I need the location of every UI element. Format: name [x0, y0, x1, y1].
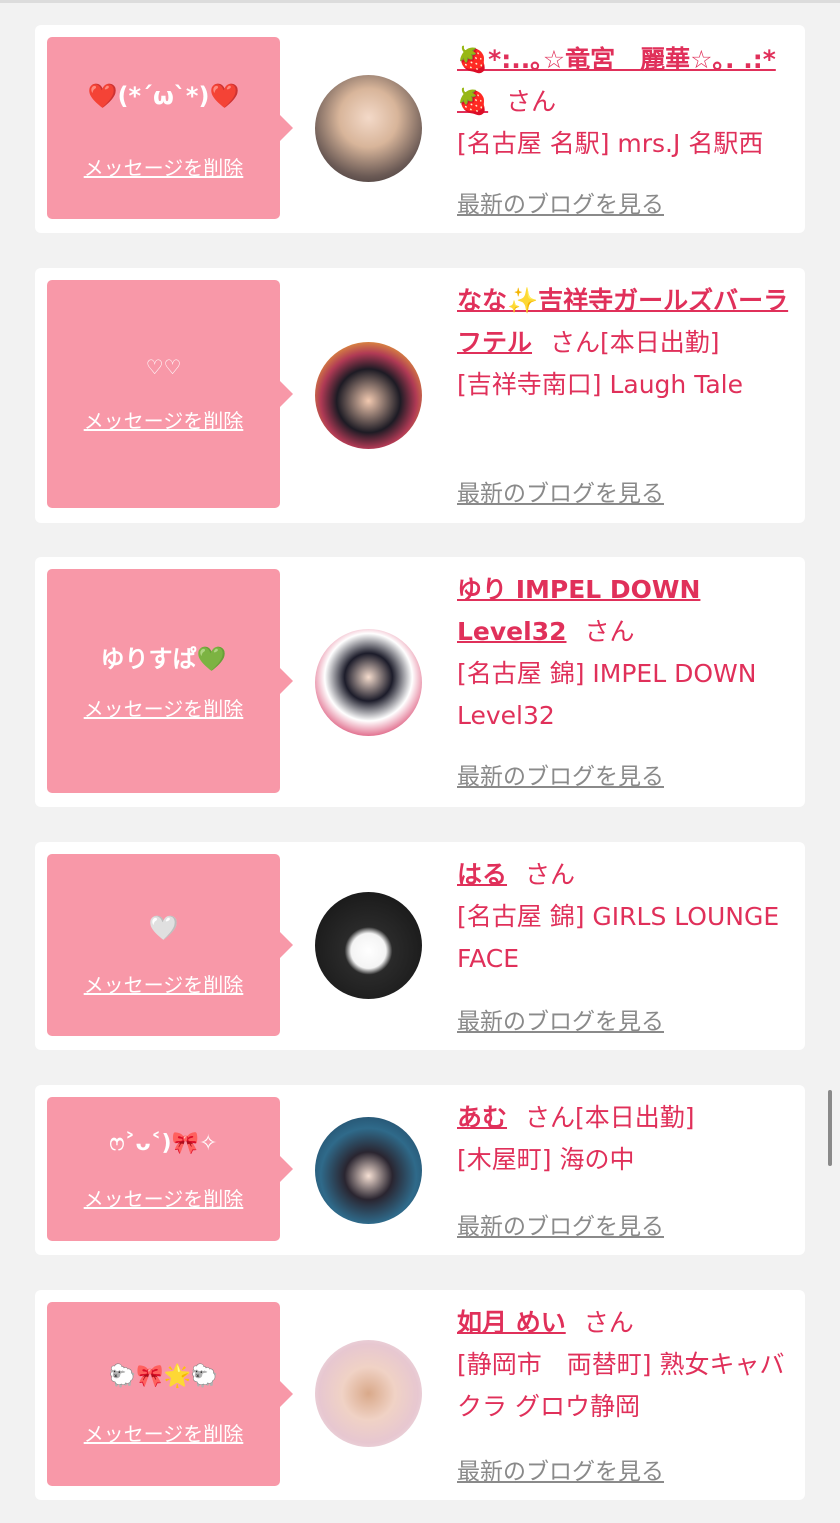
- name-link[interactable]: 🍓*:..｡☆竜宮 麗華☆｡. .:*🍓: [457, 45, 776, 116]
- avatar[interactable]: [315, 75, 422, 182]
- shop-text: [静岡市 両替町] 熟女キャバクラ グロウ静岡: [457, 1350, 785, 1421]
- message-bubble: ❤️(*´ω`*)❤️ メッセージを削除: [47, 37, 293, 219]
- message-text: ゆりすぱ💚: [100, 645, 227, 673]
- delete-message-link[interactable]: メッセージを削除: [47, 405, 280, 434]
- avatar[interactable]: [315, 342, 422, 449]
- message-text: ෆ˃ᴗ˂)🎀✧: [109, 1131, 218, 1156]
- message-text: ❤️(*´ω`*)❤️: [87, 82, 240, 110]
- favorites-list: ❤️(*´ω`*)❤️ メッセージを削除 🍓*:..｡☆竜宮 麗華☆｡. .:*…: [0, 0, 840, 1523]
- message-bubble: ෆ˃ᴗ˂)🎀✧ メッセージを削除: [47, 1097, 293, 1241]
- latest-blog-link[interactable]: 最新のブログを見る: [457, 474, 664, 508]
- entry-info: 如月 めい さん [静岡市 両替町] 熟女キャバクラ グロウ静岡: [457, 1302, 797, 1428]
- delete-message-link[interactable]: メッセージを削除: [47, 1418, 280, 1447]
- name-link[interactable]: ゆり IMPEL DOWN Level32: [457, 575, 700, 646]
- shop-text: [名古屋 錦] IMPEL DOWN Level32: [457, 659, 757, 730]
- message-bubble: ♡♡ メッセージを削除: [47, 280, 293, 508]
- honorific: さん: [525, 1103, 576, 1132]
- message-text: 🤍: [148, 914, 179, 942]
- list-item: ෆ˃ᴗ˂)🎀✧ メッセージを削除 あむ さん[本日出勤] [木屋町] 海の中 最新…: [35, 1085, 805, 1255]
- list-item: ゆりすぱ💚 メッセージを削除 ゆり IMPEL DOWN Level32 さん […: [35, 557, 805, 807]
- entry-info: ゆり IMPEL DOWN Level32 さん [名古屋 錦] IMPEL DO…: [457, 569, 797, 737]
- honorific: さん: [550, 328, 601, 357]
- name-link[interactable]: あむ: [457, 1103, 507, 1132]
- avatar[interactable]: [315, 892, 422, 999]
- entry-info: はる さん [名古屋 錦] GIRLS LOUNGE FACE: [457, 854, 797, 980]
- entry-info: 🍓*:..｡☆竜宮 麗華☆｡. .:*🍓 さん [名古屋 名駅] mrs.J 名駅…: [457, 39, 797, 165]
- name-link[interactable]: はる: [457, 860, 507, 889]
- latest-blog-link[interactable]: 最新のブログを見る: [457, 757, 664, 791]
- name-link[interactable]: 如月 めい: [457, 1308, 566, 1337]
- avatar[interactable]: [315, 1340, 422, 1447]
- status-badge: [本日出勤]: [600, 328, 720, 357]
- honorific: さん: [525, 860, 576, 889]
- entry-info: あむ さん[本日出勤] [木屋町] 海の中: [457, 1097, 797, 1181]
- latest-blog-link[interactable]: 最新のブログを見る: [457, 1002, 664, 1036]
- latest-blog-link[interactable]: 最新のブログを見る: [457, 1452, 664, 1486]
- latest-blog-link[interactable]: 最新のブログを見る: [457, 185, 664, 219]
- list-item: ❤️(*´ω`*)❤️ メッセージを削除 🍓*:..｡☆竜宮 麗華☆｡. .:*…: [35, 25, 805, 233]
- avatar[interactable]: [315, 1117, 422, 1224]
- delete-message-link[interactable]: メッセージを削除: [47, 152, 280, 181]
- shop-text: [木屋町] 海の中: [457, 1145, 635, 1174]
- honorific: さん: [583, 1308, 634, 1337]
- delete-message-link[interactable]: メッセージを削除: [47, 1183, 280, 1212]
- message-bubble: 🤍 メッセージを削除: [47, 854, 293, 1036]
- list-item: 🤍 メッセージを削除 はる さん [名古屋 錦] GIRLS LOUNGE FAC…: [35, 842, 805, 1050]
- shop-text: [名古屋 錦] GIRLS LOUNGE FACE: [457, 902, 780, 973]
- list-item: ♡♡ メッセージを削除 なな✨吉祥寺ガールズバーラフテル さん[本日出勤] [吉祥…: [35, 268, 805, 523]
- message-text: ♡♡: [145, 355, 182, 379]
- list-item: 🐑🎀🌟🐑 メッセージを削除 如月 めい さん [静岡市 両替町] 熟女キャバクラ …: [35, 1290, 805, 1500]
- message-bubble: 🐑🎀🌟🐑 メッセージを削除: [47, 1302, 293, 1486]
- shop-text: [名古屋 名駅] mrs.J 名駅西: [457, 129, 764, 158]
- avatar[interactable]: [315, 629, 422, 736]
- latest-blog-link[interactable]: 最新のブログを見る: [457, 1207, 664, 1241]
- delete-message-link[interactable]: メッセージを削除: [47, 693, 280, 722]
- message-text: 🐑🎀🌟🐑: [108, 1364, 219, 1389]
- honorific: さん: [506, 87, 557, 116]
- scrollbar[interactable]: [828, 1090, 832, 1166]
- entry-info: なな✨吉祥寺ガールズバーラフテル さん[本日出勤] [吉祥寺南口] Laugh T…: [457, 280, 797, 406]
- delete-message-link[interactable]: メッセージを削除: [47, 969, 280, 998]
- shop-text: [吉祥寺南口] Laugh Tale: [457, 370, 743, 399]
- honorific: さん: [584, 617, 635, 646]
- status-badge: [本日出勤]: [575, 1103, 695, 1132]
- message-bubble: ゆりすぱ💚 メッセージを削除: [47, 569, 293, 793]
